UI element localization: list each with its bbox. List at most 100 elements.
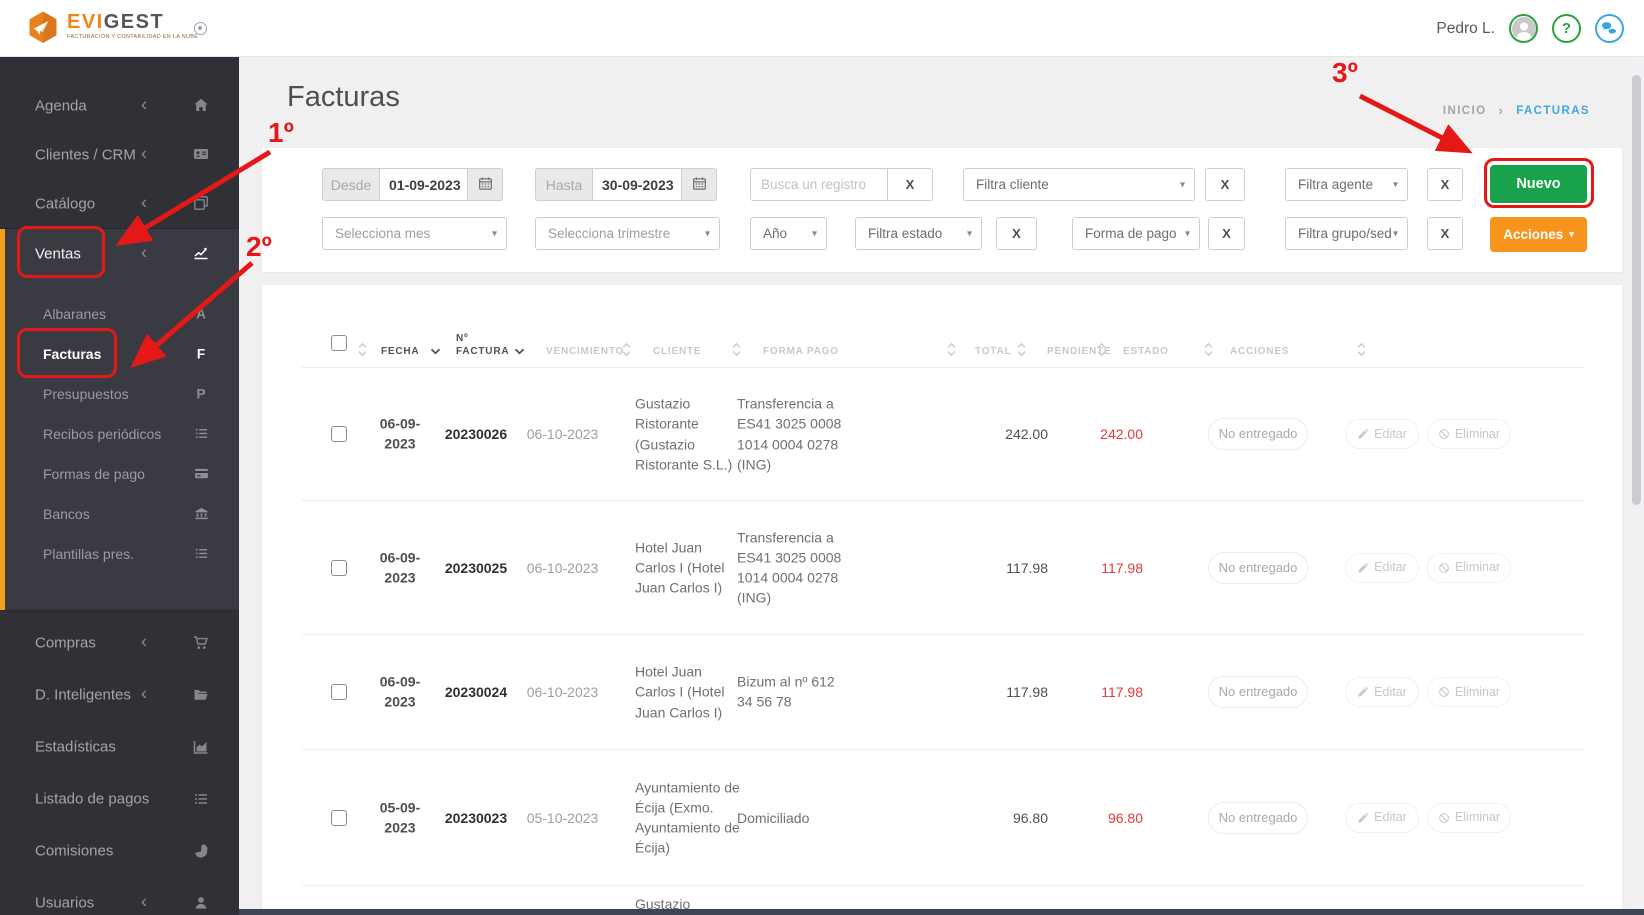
sidebar-item-listado-de-pagos[interactable]: Listado de pagos — [0, 773, 239, 825]
anio-select[interactable]: Año▾ — [750, 217, 827, 250]
sort-icon[interactable] — [430, 348, 441, 355]
forma-pago-clear-button[interactable]: X — [1208, 217, 1245, 250]
sidebar-subitem-formas-de-pago[interactable]: Formas de pago — [0, 454, 239, 494]
pie-icon — [188, 842, 214, 860]
hasta-calendar-button[interactable] — [682, 168, 717, 201]
sidebar-item-comisiones[interactable]: Comisiones — [0, 825, 239, 877]
sort-icon[interactable] — [1357, 342, 1366, 357]
chevron-left-icon: ‹ — [141, 143, 147, 164]
editar-button[interactable]: Editar — [1345, 677, 1419, 707]
topbar: EVIGEST FACTURACIÓN Y CONTABILIDAD EN LA… — [0, 0, 1644, 57]
table-header-row: FECHA Nº FACTURA VENCIMIENTO CLIENTE FORMA P… — [302, 285, 1584, 368]
annotation-step2-label: 2º — [246, 231, 272, 263]
column-header-fecha[interactable]: FECHA — [381, 345, 419, 358]
eliminar-button[interactable]: Eliminar — [1427, 677, 1511, 707]
calendar-icon — [478, 176, 493, 194]
id-card-icon — [188, 146, 214, 164]
filtra-cliente-select[interactable]: Filtra cliente▾ — [963, 168, 1195, 201]
sidebar-subitem-albaranes[interactable]: AlbaranesA — [0, 294, 239, 334]
caret-down-icon: ▾ — [1569, 229, 1574, 240]
page-scrollbar[interactable] — [1629, 57, 1644, 915]
sidebar-subitem-plantillas-pres[interactable]: Plantillas pres. — [0, 534, 239, 574]
column-header-total[interactable]: TOTAL — [975, 345, 1011, 358]
eliminar-button[interactable]: Eliminar — [1427, 553, 1511, 583]
estado-clear-button[interactable]: X — [996, 217, 1037, 250]
caret-down-icon: ▾ — [492, 228, 497, 239]
sidebar-item-usuarios[interactable]: Usuarios ‹ — [0, 877, 239, 915]
user-avatar[interactable] — [1509, 14, 1538, 43]
filtra-estado-select[interactable]: Filtra estado▾ — [855, 217, 982, 250]
forma-pago-cell: Bizum al nº 612 34 56 78 — [737, 672, 852, 713]
sidebar: Agenda ‹ Clientes / CRM ‹ Catálogo ‹ Ven… — [0, 57, 239, 915]
acciones-button[interactable]: Acciones▾ — [1490, 217, 1587, 252]
selecciona-trimestre-select[interactable]: Selecciona trimestre▾ — [535, 217, 720, 250]
search-input[interactable] — [750, 168, 888, 201]
select-all-checkbox[interactable] — [331, 335, 347, 351]
selecciona-mes-select[interactable]: Selecciona mes▾ — [322, 217, 507, 250]
row-checkbox[interactable] — [331, 426, 347, 442]
sidebar-subitem-bancos[interactable]: Bancos — [0, 494, 239, 534]
eliminar-button[interactable]: Eliminar — [1427, 803, 1511, 833]
chart-line-icon — [188, 245, 214, 263]
row-checkbox[interactable] — [331, 560, 347, 576]
sidebar-collapse-toggle-icon[interactable] — [194, 22, 207, 35]
sidebar-item-compras[interactable]: Compras ‹ — [0, 617, 239, 669]
filtra-agente-select[interactable]: Filtra agente▾ — [1285, 168, 1408, 201]
editar-button[interactable]: Editar — [1345, 553, 1419, 583]
ban-icon — [1438, 686, 1450, 698]
breadcrumb-inicio[interactable]: INICIO — [1443, 105, 1487, 117]
agente-clear-button[interactable]: X — [1427, 168, 1463, 201]
nuevo-button[interactable]: Nuevo — [1490, 165, 1587, 203]
letter-a-icon: A — [188, 307, 214, 322]
sort-icon[interactable] — [1204, 342, 1213, 357]
row-checkbox[interactable] — [331, 810, 347, 826]
sort-icon[interactable] — [622, 342, 631, 357]
column-header-cliente[interactable]: CLIENTE — [653, 345, 701, 358]
sort-icon[interactable] — [947, 342, 956, 357]
editar-button[interactable]: Editar — [1345, 803, 1419, 833]
sidebar-item-d-inteligentes[interactable]: D. Inteligentes ‹ — [0, 669, 239, 721]
editar-button[interactable]: Editar — [1345, 419, 1419, 449]
table-row: Gustazio Ristorante (Gustazio Ristorante… — [302, 885, 1584, 911]
sidebar-item-agenda[interactable]: Agenda ‹ — [0, 81, 239, 130]
sidebar-item-cat-logo[interactable]: Catálogo ‹ — [0, 179, 239, 228]
sidebar-item-estad-sticas[interactable]: Estadísticas — [0, 721, 239, 773]
pendiente-cell: 242.00 — [1055, 424, 1143, 444]
sort-icon[interactable] — [514, 348, 525, 355]
chat-button[interactable] — [1595, 14, 1624, 43]
sidebar-subitem-facturas[interactable]: FacturasF — [0, 334, 239, 374]
total-cell: 96.80 — [960, 807, 1048, 827]
sort-icon[interactable] — [1097, 342, 1106, 357]
folder-icon — [188, 686, 214, 704]
bank-icon — [188, 505, 214, 523]
scrollbar-thumb[interactable] — [1632, 75, 1641, 505]
desde-input[interactable] — [380, 168, 468, 201]
sort-icon[interactable] — [1017, 342, 1026, 357]
filtra-grupo-select[interactable]: Filtra grupo/sede▾ — [1285, 217, 1408, 250]
search-clear-button[interactable]: X — [887, 168, 933, 201]
column-header-vencimiento[interactable]: VENCIMIENTO — [546, 345, 624, 358]
grupo-clear-button[interactable]: X — [1427, 217, 1463, 250]
column-header-n-factura[interactable]: Nº FACTURA — [456, 332, 522, 358]
brand-logo[interactable]: EVIGEST FACTURACIÓN Y CONTABILIDAD EN LA… — [28, 11, 198, 49]
sidebar-item-label: Comisiones — [35, 843, 113, 860]
column-header-forma-pago[interactable]: FORMA PAGO — [763, 345, 839, 358]
sidebar-item-clientes-crm[interactable]: Clientes / CRM ‹ — [0, 130, 239, 179]
sidebar-subitem-recibos-peri-dicos[interactable]: Recibos periódicos — [0, 414, 239, 454]
sort-icon[interactable] — [358, 342, 367, 357]
hasta-input[interactable] — [593, 168, 682, 201]
sidebar-subitem-presupuestos[interactable]: PresupuestosP — [0, 374, 239, 414]
vencimiento-cell: 06-10-2023 — [510, 424, 615, 444]
column-header-estado[interactable]: ESTADO — [1123, 345, 1169, 358]
column-header-acciones[interactable]: ACCIONES — [1230, 345, 1289, 358]
desde-calendar-button[interactable] — [468, 168, 503, 201]
row-checkbox[interactable] — [331, 684, 347, 700]
vencimiento-cell: 06-10-2023 — [510, 682, 615, 702]
forma-pago-select[interactable]: Forma de pago▾ — [1072, 217, 1200, 250]
sidebar-item-ventas[interactable]: Ventas ‹ — [0, 229, 239, 278]
pencil-icon — [1357, 428, 1369, 440]
help-button[interactable]: ? — [1552, 14, 1581, 43]
eliminar-button[interactable]: Eliminar — [1427, 419, 1511, 449]
sort-icon[interactable] — [732, 342, 741, 357]
cliente-clear-button[interactable]: X — [1205, 168, 1245, 201]
